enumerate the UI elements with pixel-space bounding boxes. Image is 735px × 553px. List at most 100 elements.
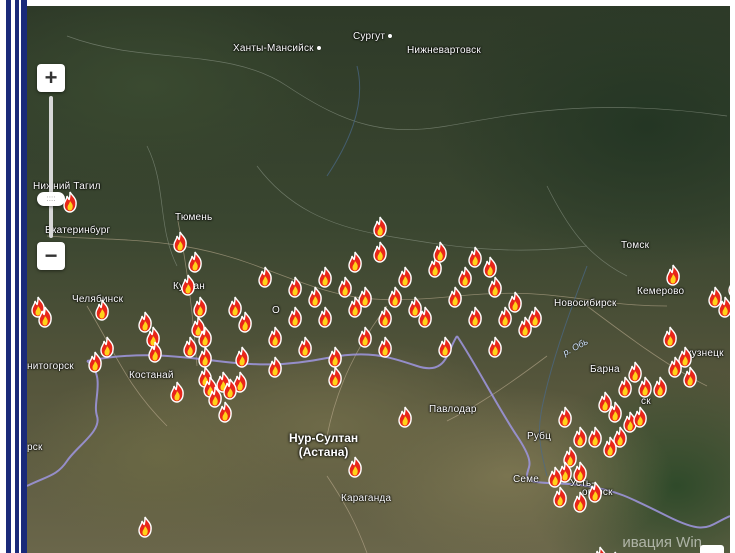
fire-icon[interactable]	[437, 336, 453, 358]
fire-icon[interactable]	[62, 191, 78, 213]
fire-icon[interactable]	[572, 491, 588, 513]
fire-icon[interactable]	[487, 276, 503, 298]
fire-icon[interactable]	[467, 306, 483, 328]
fire-icon[interactable]	[192, 296, 208, 318]
fire-icon[interactable]	[234, 346, 250, 368]
fire-icon[interactable]	[602, 436, 618, 458]
fire-icon[interactable]	[377, 336, 393, 358]
city-rubtsovsk: Рубц	[527, 431, 552, 442]
fire-icon[interactable]	[467, 246, 483, 268]
map-overlay	[27, 35, 730, 553]
fire-icon[interactable]	[137, 516, 153, 538]
fire-icon[interactable]	[327, 366, 343, 388]
fire-icon[interactable]	[337, 276, 353, 298]
fire-icon[interactable]	[180, 274, 196, 296]
fire-icon[interactable]	[717, 296, 730, 318]
city-ekaterinburg: Екатеринбург	[45, 225, 111, 236]
fire-icon[interactable]	[397, 266, 413, 288]
fire-icon[interactable]	[297, 336, 313, 358]
fire-icon[interactable]	[587, 426, 603, 448]
fire-icon[interactable]	[172, 231, 188, 253]
fire-icon[interactable]	[347, 251, 363, 273]
fire-icon[interactable]	[547, 466, 563, 488]
fire-icon[interactable]	[372, 216, 388, 238]
corner-button[interactable]	[700, 545, 724, 553]
fire-icon[interactable]	[287, 276, 303, 298]
fire-icon[interactable]	[682, 366, 698, 388]
fire-icon[interactable]	[447, 286, 463, 308]
zoom-slider-handle[interactable]: ::::	[37, 192, 65, 206]
fire-icon[interactable]	[99, 336, 115, 358]
fire-icon[interactable]	[557, 406, 573, 428]
city-khanty-mansiysk: Ханты-Мансийск	[233, 43, 321, 54]
fire-icon[interactable]	[267, 326, 283, 348]
fire-icon[interactable]	[487, 336, 503, 358]
city-semey: Семе	[513, 474, 540, 485]
fire-icon[interactable]	[432, 241, 448, 263]
windows-activation-watermark: ивация Win	[622, 534, 702, 551]
fire-icon[interactable]	[182, 336, 198, 358]
fire-icon[interactable]	[665, 264, 681, 286]
fire-icon[interactable]	[662, 326, 678, 348]
fire-icon[interactable]	[517, 316, 533, 338]
city-tomsk: Томск	[621, 240, 650, 251]
fire-icon[interactable]	[607, 401, 623, 423]
fire-icon[interactable]	[207, 386, 223, 408]
city-nizhnevartovsk: Нижневартовск	[407, 45, 481, 56]
fire-icon[interactable]	[377, 306, 393, 328]
fire-icon[interactable]	[617, 376, 633, 398]
fire-icon[interactable]	[407, 296, 423, 318]
fire-icon[interactable]	[727, 276, 730, 298]
fire-icon[interactable]	[287, 306, 303, 328]
city-novosibirsk: Новосибирск	[554, 298, 617, 309]
city-magnitogorsk: нитогорск	[27, 361, 74, 372]
city-tyumen: Тюмень	[175, 212, 213, 223]
city-kemerovo: Кемерово	[637, 286, 685, 297]
fire-icon[interactable]	[497, 306, 513, 328]
fire-icon[interactable]	[37, 306, 53, 328]
city-pavlodar: Павлодар	[429, 404, 477, 415]
fire-icon[interactable]	[147, 341, 163, 363]
fire-icon[interactable]	[387, 286, 403, 308]
right-frame	[730, 0, 735, 553]
map-view[interactable]: Ханты-Мансийск Сургут Нижневартовск Нижн…	[27, 6, 730, 553]
left-frame	[0, 0, 27, 553]
fire-icon[interactable]	[457, 266, 473, 288]
fire-icon[interactable]	[307, 286, 323, 308]
city-omsk: О	[272, 305, 280, 316]
fire-icon[interactable]	[317, 306, 333, 328]
zoom-slider-track[interactable]	[49, 96, 53, 238]
fire-icon[interactable]	[397, 406, 413, 428]
fire-icon[interactable]	[482, 256, 498, 278]
fire-icon[interactable]	[652, 376, 668, 398]
fire-icon[interactable]	[372, 241, 388, 263]
fire-icon[interactable]	[572, 426, 588, 448]
zoom-out-button[interactable]: −	[37, 242, 65, 270]
fire-icon[interactable]	[187, 251, 203, 273]
fire-icon[interactable]	[637, 376, 653, 398]
fire-icon[interactable]	[572, 461, 588, 483]
fire-icon[interactable]	[357, 326, 373, 348]
fire-icon[interactable]	[267, 356, 283, 378]
fire-icon[interactable]	[357, 286, 373, 308]
city-kostanay: Костанай	[129, 370, 174, 381]
fire-icon[interactable]	[632, 406, 648, 428]
city-barnaul: Барна	[590, 364, 620, 375]
fire-icon[interactable]	[197, 346, 213, 368]
fire-icon[interactable]	[197, 326, 213, 348]
fire-icon[interactable]	[257, 266, 273, 288]
fire-icon[interactable]	[667, 356, 683, 378]
fire-icon[interactable]	[592, 546, 608, 553]
fire-icon[interactable]	[94, 299, 110, 321]
fire-icon[interactable]	[552, 486, 568, 508]
fire-icon[interactable]	[237, 311, 253, 333]
fire-icon[interactable]	[222, 378, 238, 400]
fire-icon[interactable]	[587, 481, 603, 503]
fire-icon[interactable]	[327, 346, 343, 368]
fire-icon[interactable]	[317, 266, 333, 288]
city-orsk: рск	[27, 442, 43, 453]
fire-icon[interactable]	[347, 456, 363, 478]
city-surgut: Сургут	[353, 31, 393, 42]
fire-icon[interactable]	[169, 381, 185, 403]
zoom-in-button[interactable]: +	[37, 64, 65, 92]
